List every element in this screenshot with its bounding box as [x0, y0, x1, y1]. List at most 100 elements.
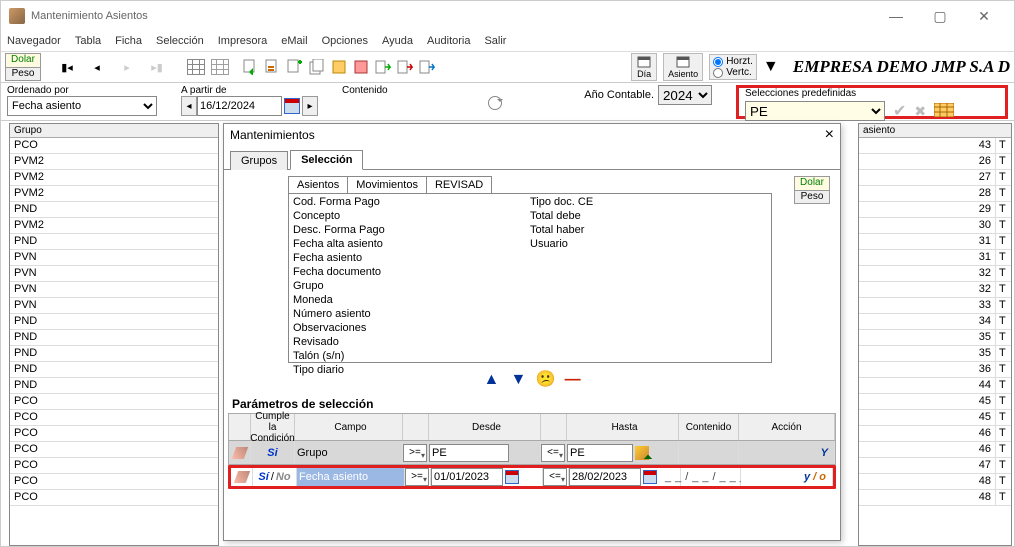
- row1-si[interactable]: Si: [267, 447, 277, 459]
- doc-plus-icon[interactable]: [287, 59, 303, 75]
- menu-ayuda[interactable]: Ayuda: [382, 35, 413, 47]
- dialog-close-icon[interactable]: ×: [825, 126, 834, 144]
- list-item[interactable]: Revisado: [293, 336, 530, 350]
- table-row[interactable]: 45T: [859, 410, 1011, 426]
- table-row[interactable]: 34T: [859, 314, 1011, 330]
- list-item[interactable]: [530, 322, 767, 336]
- emoji-icon[interactable]: 😕: [534, 369, 558, 389]
- row2-desde[interactable]: 01/01/2023: [431, 468, 503, 486]
- table-row[interactable]: PND: [10, 330, 218, 346]
- remove-icon[interactable]: —: [561, 371, 585, 389]
- table-row[interactable]: 31T: [859, 250, 1011, 266]
- ordenado-select[interactable]: Fecha asiento: [7, 96, 157, 116]
- doc-copy-icon[interactable]: [309, 59, 325, 75]
- row1-hasta[interactable]: PE: [567, 444, 633, 462]
- list-item[interactable]: Total debe: [530, 210, 767, 224]
- lookup-icon[interactable]: [635, 446, 649, 460]
- table-row[interactable]: 48T: [859, 490, 1011, 506]
- table-row[interactable]: PCO: [10, 442, 218, 458]
- maximize-button[interactable]: ▢: [918, 3, 962, 29]
- table-row[interactable]: 31T: [859, 234, 1011, 250]
- table-row[interactable]: 46T: [859, 442, 1011, 458]
- field-list[interactable]: Cod. Forma PagoTipo doc. CEConceptoTotal…: [288, 193, 772, 363]
- table-row[interactable]: PCO: [10, 426, 218, 442]
- list-item[interactable]: Fecha asiento: [293, 252, 530, 266]
- table-row[interactable]: 30T: [859, 218, 1011, 234]
- list-item[interactable]: Fecha documento: [293, 266, 530, 280]
- calendar-icon[interactable]: [284, 98, 300, 114]
- table-row[interactable]: PVN: [10, 282, 218, 298]
- row1-desde[interactable]: PE: [429, 444, 509, 462]
- eraser-icon[interactable]: [233, 471, 249, 483]
- table-row[interactable]: PVN: [10, 250, 218, 266]
- table-row[interactable]: 44T: [859, 378, 1011, 394]
- nav-next-button[interactable]: ▸: [117, 58, 137, 76]
- table-row[interactable]: PND: [10, 378, 218, 394]
- row2-op1[interactable]: >=: [405, 468, 429, 486]
- list-item[interactable]: Total haber: [530, 224, 767, 238]
- table-row[interactable]: PVM2: [10, 170, 218, 186]
- table-row[interactable]: 45T: [859, 394, 1011, 410]
- table-row[interactable]: 35T: [859, 346, 1011, 362]
- table-row[interactable]: 43T: [859, 138, 1011, 154]
- menu-opciones[interactable]: Opciones: [322, 35, 368, 47]
- table-row[interactable]: PCO: [10, 138, 218, 154]
- subtab-asientos[interactable]: Asientos: [288, 176, 348, 193]
- nav-prev-button[interactable]: ◂: [87, 58, 107, 76]
- table-row[interactable]: PVM2: [10, 186, 218, 202]
- row1-op2[interactable]: <=: [541, 444, 565, 462]
- predef-apply-icon[interactable]: ✔: [893, 101, 906, 121]
- menu-impresora[interactable]: Impresora: [218, 35, 268, 47]
- table-row[interactable]: 36T: [859, 362, 1011, 378]
- apartir-input[interactable]: [197, 96, 282, 116]
- hdr-campo[interactable]: Campo: [295, 414, 403, 440]
- hdr-contenido[interactable]: Contenido: [679, 414, 739, 440]
- grupo-header[interactable]: Grupo: [10, 124, 218, 138]
- grid-view2-icon[interactable]: [211, 59, 229, 75]
- list-item[interactable]: Grupo: [293, 280, 530, 294]
- dialog-currency-toggle[interactable]: Dolar Peso: [794, 176, 830, 204]
- table-row[interactable]: PVM2: [10, 154, 218, 170]
- menu-selección[interactable]: Selección: [156, 35, 204, 47]
- doc-arrow-icon[interactable]: [243, 59, 259, 75]
- param-row-2[interactable]: Sí / No Fecha asiento >= 01/01/2023 <= 2…: [228, 465, 836, 489]
- tools2-icon[interactable]: [353, 59, 369, 75]
- row2-si[interactable]: Sí: [258, 471, 268, 483]
- nav-last-button[interactable]: ▸▮: [147, 58, 167, 76]
- table-row[interactable]: PCO: [10, 474, 218, 490]
- menu-ficha[interactable]: Ficha: [115, 35, 142, 47]
- predef-clear-icon[interactable]: ✖: [914, 103, 926, 120]
- menu-navegador[interactable]: Navegador: [7, 35, 61, 47]
- close-button[interactable]: ✕: [962, 3, 1006, 29]
- ano-select[interactable]: 2024: [658, 85, 712, 105]
- list-item[interactable]: Observaciones: [293, 322, 530, 336]
- move-down-icon[interactable]: ▼: [506, 371, 530, 389]
- orient-vert[interactable]: Vertc.: [713, 67, 753, 78]
- table-row[interactable]: 46T: [859, 426, 1011, 442]
- table-row[interactable]: 47T: [859, 458, 1011, 474]
- currency-dolar[interactable]: Dolar: [5, 53, 41, 67]
- list-item[interactable]: Cod. Forma Pago: [293, 196, 530, 210]
- list-item[interactable]: [530, 294, 767, 308]
- dialog-currency-peso[interactable]: Peso: [794, 190, 830, 204]
- doc-arrows-icon[interactable]: [265, 59, 281, 75]
- currency-toggle[interactable]: Dolar Peso: [5, 53, 41, 81]
- row1-accion[interactable]: Y: [739, 441, 835, 464]
- list-item[interactable]: Usuario: [530, 238, 767, 252]
- tools-icon[interactable]: [331, 59, 347, 75]
- table-row[interactable]: 33T: [859, 298, 1011, 314]
- subtab-movimientos[interactable]: Movimientos: [348, 176, 427, 193]
- list-item[interactable]: [530, 266, 767, 280]
- asiento-header2[interactable]: [991, 125, 1007, 136]
- list-item[interactable]: Tipo doc. CE: [530, 196, 767, 210]
- tab-seleccion[interactable]: Selección: [290, 150, 363, 170]
- table-row[interactable]: PND: [10, 202, 218, 218]
- menu-tabla[interactable]: Tabla: [75, 35, 101, 47]
- export2-icon[interactable]: [397, 59, 413, 75]
- table-row[interactable]: PND: [10, 362, 218, 378]
- list-item[interactable]: Concepto: [293, 210, 530, 224]
- asiento-header[interactable]: asiento: [863, 125, 991, 136]
- row2-no[interactable]: No: [276, 471, 291, 483]
- table-row[interactable]: PVM2: [10, 218, 218, 234]
- hdr-hasta[interactable]: Hasta: [567, 414, 679, 440]
